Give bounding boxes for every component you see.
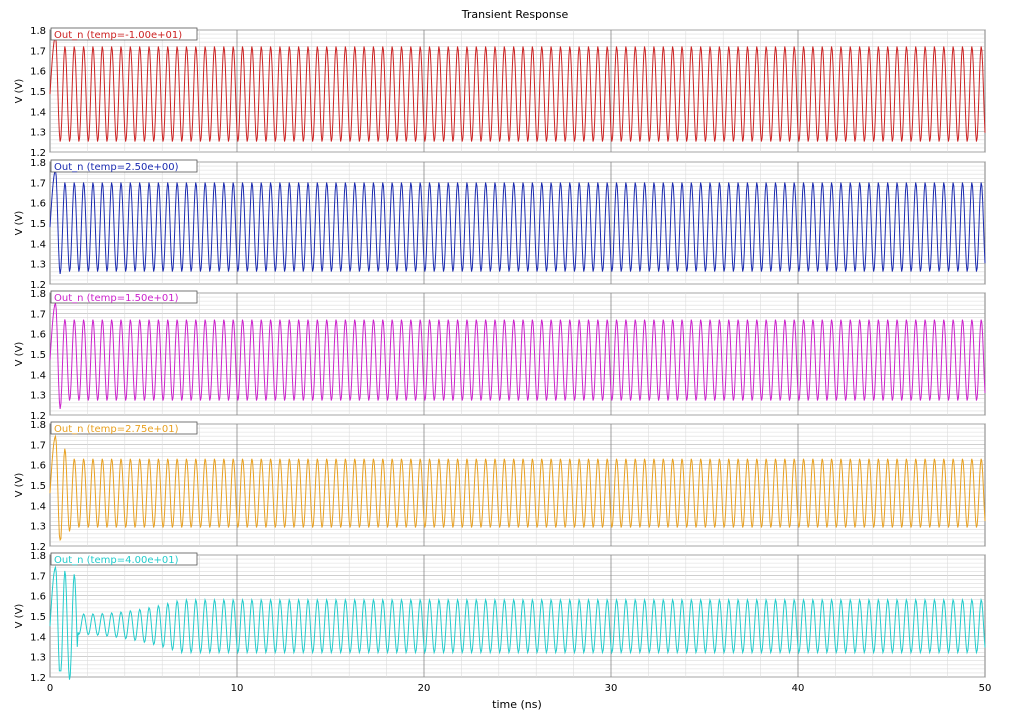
x-tick-label: 0 <box>47 683 53 694</box>
x-axis: 0 10 20 30 40 50 <box>47 683 992 694</box>
y-tick-label: 1.3 <box>30 653 46 664</box>
y-tick-label: 1.6 <box>30 67 46 78</box>
y-tick-label: 1.8 <box>30 158 46 169</box>
y-tick-label: 1.5 <box>30 219 46 230</box>
y-tick-label: 1.3 <box>30 391 46 402</box>
y-tick-label: 1.7 <box>30 440 46 451</box>
y-tick-label: 1.6 <box>30 461 46 472</box>
panel: 1.81.71.61.51.41.31.2V (V)Out_n (temp=-1… <box>14 26 986 159</box>
legend-label: Out_n (temp=2.50e+00) <box>54 162 179 173</box>
legend-label: Out_n (temp=4.00e+01) <box>54 555 179 566</box>
chart-title: Transient Response <box>461 8 569 21</box>
y-tick-label: 1.4 <box>30 239 46 250</box>
y-tick-label: 1.2 <box>30 673 46 684</box>
y-tick-label: 1.3 <box>30 128 46 139</box>
y-tick-label: 1.7 <box>30 46 46 57</box>
x-tick-label: 40 <box>792 683 805 694</box>
y-tick-label: 1.8 <box>30 26 46 37</box>
y-axis-label: V (V) <box>14 211 25 236</box>
y-tick-label: 1.4 <box>30 107 46 118</box>
x-tick-label: 30 <box>605 683 618 694</box>
legend-entry: Out_n (temp=-1.00e+01) <box>50 27 198 41</box>
x-tick-label: 20 <box>418 683 431 694</box>
y-tick-label: 1.4 <box>30 632 46 643</box>
legend-entry: Out_n (temp=1.50e+01) <box>50 290 198 304</box>
y-tick-label: 1.4 <box>30 370 46 381</box>
transient-response-figure: Transient Response 1.8 1.7 1.6 1.5 1.4 1.3 1.2… <box>14 8 992 711</box>
y-tick-label: 1.4 <box>30 501 46 512</box>
y-tick-label: 1.7 <box>30 309 46 320</box>
legend-entry: Out_n (temp=4.00e+01) <box>50 552 198 566</box>
y-tick-label: 1.7 <box>30 178 46 189</box>
legend-label: Out_n (temp=-1.00e+01) <box>54 30 182 41</box>
legend-entry: Out_n (temp=2.75e+01) <box>50 421 198 435</box>
y-axis-label: V (V) <box>14 604 25 629</box>
y-tick-label: 1.6 <box>30 592 46 603</box>
x-tick-label: 10 <box>231 683 244 694</box>
y-tick-label: 1.3 <box>30 260 46 271</box>
panel: 1.81.71.61.51.41.31.2V (V)Out_n (temp=2.… <box>14 420 986 553</box>
y-axis-label: V (V) <box>14 342 25 367</box>
y-tick-label: 1.5 <box>30 612 46 623</box>
panels-group: 1.8 1.7 1.6 1.5 1.4 1.3 1.2 V (V) Out_n (temp=-1… <box>14 26 986 684</box>
y-axis-label: V (V) <box>14 473 25 498</box>
y-tick-label: 1.7 <box>30 571 46 582</box>
y-tick-label: 1.5 <box>30 350 46 361</box>
panel: 1.81.71.61.51.41.31.2V (V)Out_n (temp=2.… <box>14 158 986 291</box>
x-axis-label: time (ns) <box>492 698 542 711</box>
y-tick-label: 1.3 <box>30 522 46 533</box>
legend-entry: Out_n (temp=2.50e+00) <box>50 159 198 173</box>
y-tick-label: 1.8 <box>30 420 46 431</box>
y-tick-label: 1.8 <box>30 551 46 562</box>
y-tick-label: 1.6 <box>30 199 46 210</box>
x-tick-label: 50 <box>979 683 992 694</box>
y-tick-label: 1.8 <box>30 289 46 300</box>
panel: 1.81.71.61.51.41.31.2V (V)Out_n (temp=1.… <box>14 289 986 422</box>
y-tick-label: 1.5 <box>30 87 46 98</box>
y-axis-label: V (V) <box>14 79 25 104</box>
y-tick-label: 1.6 <box>30 330 46 341</box>
panel: 1.8 1.7 1.6 1.5 1.4 1.3 1.2 V (V) Out_n (temp=4.… <box>14 551 986 684</box>
y-tick-label: 1.5 <box>30 481 46 492</box>
legend-label: Out_n (temp=1.50e+01) <box>54 293 179 304</box>
legend-label: Out_n (temp=2.75e+01) <box>54 424 179 435</box>
